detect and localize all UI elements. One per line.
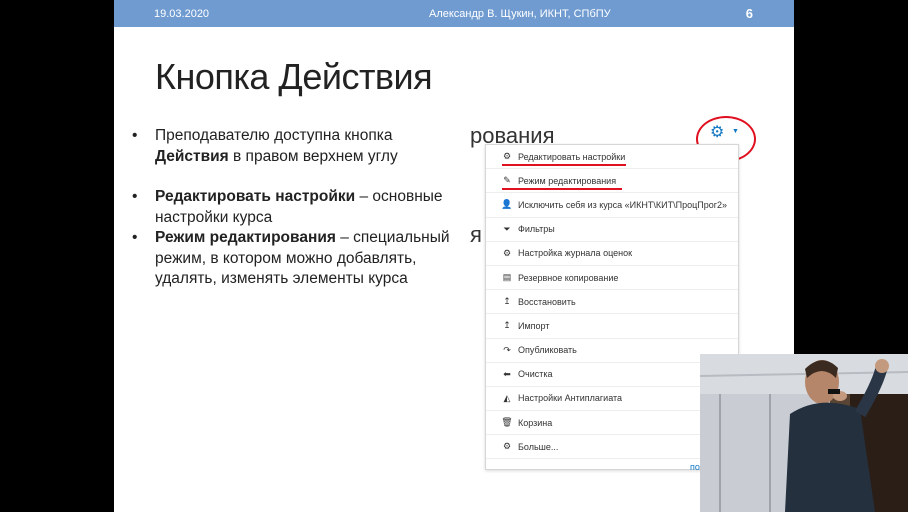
bullet-item: • Режим редактирования – специальный реж… <box>132 229 450 287</box>
menu-item[interactable]: ✎ Режим редактирования <box>486 169 738 194</box>
menu-item[interactable]: ↥ Импорт <box>486 314 738 339</box>
bullet-bold: Действия <box>155 147 229 165</box>
upload-icon: ↥ <box>503 296 511 307</box>
user-icon: 👤 <box>501 199 513 210</box>
filter-icon: ⏷ <box>503 223 511 234</box>
bullet-list: • Преподавателю доступна кнопка Действия… <box>132 126 452 290</box>
slide-author: Александр В. Щукин, ИКНТ, СПбПУ <box>429 8 611 20</box>
background-heading-fragment: я <box>470 222 482 247</box>
trash-icon: 🗑 <box>501 417 513 428</box>
gear-icon: ⚙ <box>502 247 512 258</box>
bullet-item: • Преподавателю доступна кнопка Действия… <box>132 127 398 165</box>
menu-item[interactable]: ⚙ Редактировать настройки <box>486 145 738 170</box>
annotation-underline <box>502 164 626 167</box>
menu-item-label: Резервное копирование <box>518 272 619 283</box>
upload-icon: ↥ <box>503 320 511 331</box>
bullet-bold: Режим редактирования <box>155 229 336 246</box>
bullet-item: • Редактировать настройки – основные нас… <box>132 188 443 226</box>
gear-icon: ⚙ <box>502 441 512 452</box>
file-icon: ▤ <box>502 272 512 283</box>
menu-item[interactable]: ↥ Восстановить <box>486 290 738 315</box>
webcam-overlay <box>700 354 908 512</box>
slide-date: 19.03.2020 <box>154 8 210 20</box>
menu-item-label: Режим редактирования <box>518 175 617 186</box>
menu-item-label: Опубликовать <box>518 345 577 356</box>
bullet-text: в правом верхнем углу <box>228 147 398 165</box>
menu-item-label: Восстановить <box>518 296 576 307</box>
slide-header-bar: 19.03.2020 Александр В. Щукин, ИКНТ, СПб… <box>114 0 794 27</box>
menu-item-label: Фильтры <box>518 224 555 235</box>
presenter-video <box>700 354 908 512</box>
menu-item-label: Настройки Антиплагиата <box>518 393 623 404</box>
menu-item[interactable]: ▤ Резервное копирование <box>486 266 738 291</box>
annotation-underline <box>502 188 622 191</box>
slide-page-number: 6 <box>745 6 753 21</box>
slide-title: Кнопка Действия <box>155 56 433 97</box>
menu-item-label: Настройка журнала оценок <box>518 248 633 259</box>
menu-item-label: Исключить себя из курса «ИКНТ\КИТ\ПроцПр… <box>518 199 728 210</box>
menu-item[interactable]: 👤 Исключить себя из курса «ИКНТ\КИТ\ПроцП… <box>486 193 738 218</box>
menu-item-label: Импорт <box>518 320 550 331</box>
menu-item-label: Очистка <box>518 369 553 380</box>
menu-item[interactable]: ⚙ Настройка журнала оценок <box>486 242 738 266</box>
bullet-bold: Редактировать настройки <box>155 188 356 205</box>
menu-item-label: Редактировать настройки <box>518 151 626 162</box>
arrow-left-icon: ⬅ <box>503 368 511 379</box>
menu-item[interactable]: ⏷ Фильтры <box>486 218 738 242</box>
bullet-text: Преподавателю доступна кнопка <box>155 127 393 144</box>
pencil-icon: ✎ <box>503 175 511 186</box>
menu-item-label: Корзина <box>518 417 553 428</box>
chart-icon: ◭ <box>503 392 511 403</box>
menu-item-label: Больше... <box>518 441 559 452</box>
share-icon: ↷ <box>503 344 511 355</box>
gear-icon: ⚙ <box>502 151 512 162</box>
presentation-slide: 19.03.2020 Александр В. Щукин, ИКНТ, СПб… <box>114 0 794 512</box>
